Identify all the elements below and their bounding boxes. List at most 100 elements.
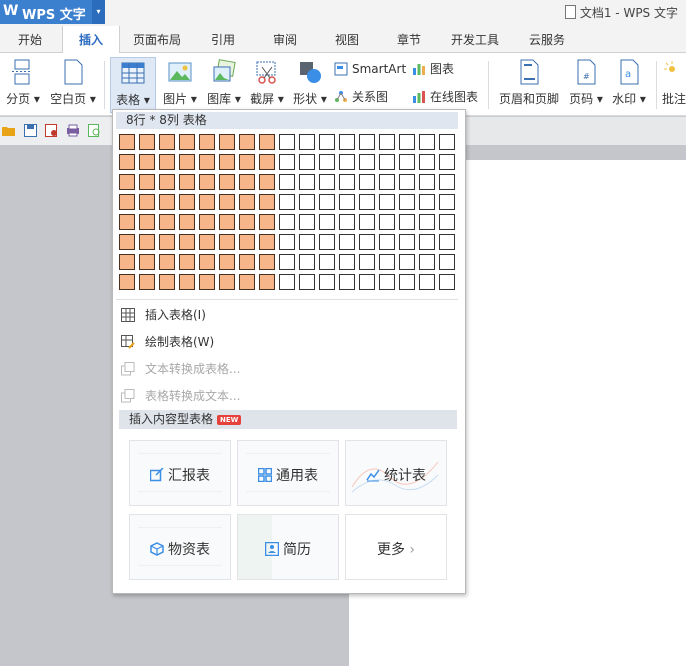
grid-cell[interactable] — [179, 174, 195, 190]
grid-cell[interactable] — [279, 134, 295, 150]
grid-cell[interactable] — [379, 154, 395, 170]
grid-cell[interactable] — [119, 174, 135, 190]
grid-cell[interactable] — [199, 254, 215, 270]
draw-table-menu-item[interactable]: 绘制表格(W) — [121, 331, 214, 353]
chart-button[interactable]: 图表 — [412, 59, 454, 79]
grid-cell[interactable] — [399, 214, 415, 230]
print-preview-icon[interactable] — [88, 124, 102, 137]
grid-cell[interactable] — [139, 214, 155, 230]
page-number-button[interactable]: # 页码 ▾ — [566, 57, 606, 111]
grid-cell[interactable] — [319, 214, 335, 230]
blank-page-button[interactable]: 空白页 ▾ — [46, 57, 100, 111]
grid-cell[interactable] — [359, 194, 375, 210]
grid-cell[interactable] — [139, 134, 155, 150]
gallery-button[interactable]: 图库 ▾ — [202, 57, 246, 111]
grid-cell[interactable] — [199, 154, 215, 170]
grid-cell[interactable] — [219, 194, 235, 210]
grid-cell[interactable] — [439, 154, 455, 170]
grid-cell[interactable] — [339, 174, 355, 190]
grid-cell[interactable] — [319, 134, 335, 150]
grid-cell[interactable] — [199, 214, 215, 230]
grid-cell[interactable] — [119, 254, 135, 270]
grid-cell[interactable] — [399, 194, 415, 210]
grid-cell[interactable] — [339, 214, 355, 230]
grid-cell[interactable] — [299, 174, 315, 190]
grid-cell[interactable] — [379, 274, 395, 290]
tab-insert[interactable]: 插入 — [62, 26, 120, 53]
grid-cell[interactable] — [439, 234, 455, 250]
tab-chapter[interactable]: 章节 — [384, 26, 434, 52]
grid-cell[interactable] — [239, 174, 255, 190]
grid-cell[interactable] — [199, 274, 215, 290]
grid-cell[interactable] — [159, 254, 175, 270]
grid-cell[interactable] — [379, 214, 395, 230]
smartart-button[interactable]: SmartArt — [334, 59, 406, 79]
grid-cell[interactable] — [219, 174, 235, 190]
grid-cell[interactable] — [379, 174, 395, 190]
grid-cell[interactable] — [279, 214, 295, 230]
screenshot-button[interactable]: 截屏 ▾ — [246, 57, 288, 111]
grid-cell[interactable] — [139, 254, 155, 270]
page-break-button[interactable]: 分页 ▾ — [2, 57, 44, 111]
tab-review[interactable]: 审阅 — [260, 26, 310, 52]
grid-cell[interactable] — [419, 134, 435, 150]
grid-cell[interactable] — [219, 214, 235, 230]
grid-cell[interactable] — [319, 234, 335, 250]
grid-cell[interactable] — [199, 234, 215, 250]
save-icon[interactable] — [24, 124, 37, 137]
grid-cell[interactable] — [419, 254, 435, 270]
grid-cell[interactable] — [439, 214, 455, 230]
table-button[interactable]: 表格 ▾ — [110, 57, 156, 113]
insert-table-menu-item[interactable]: 插入表格(I) — [121, 304, 206, 326]
grid-cell[interactable] — [419, 234, 435, 250]
header-footer-button[interactable]: 页眉和页脚 — [496, 57, 562, 111]
statistics-table-card[interactable]: 统计表 — [345, 440, 447, 506]
grid-cell[interactable] — [379, 194, 395, 210]
grid-cell[interactable] — [419, 154, 435, 170]
grid-cell[interactable] — [439, 134, 455, 150]
grid-cell[interactable] — [179, 274, 195, 290]
grid-cell[interactable] — [299, 134, 315, 150]
grid-cell[interactable] — [399, 134, 415, 150]
grid-cell[interactable] — [419, 274, 435, 290]
grid-cell[interactable] — [119, 214, 135, 230]
tab-developer[interactable]: 开发工具 — [442, 26, 508, 52]
grid-cell[interactable] — [219, 134, 235, 150]
more-tables-card[interactable]: 更多 › — [345, 514, 447, 580]
grid-cell[interactable] — [159, 234, 175, 250]
picture-button[interactable]: 图片 ▾ — [158, 57, 202, 111]
grid-cell[interactable] — [219, 234, 235, 250]
grid-cell[interactable] — [179, 134, 195, 150]
shapes-button[interactable]: 形状 ▾ — [288, 57, 332, 111]
grid-cell[interactable] — [199, 174, 215, 190]
grid-cell[interactable] — [339, 154, 355, 170]
grid-cell[interactable] — [399, 254, 415, 270]
grid-cell[interactable] — [359, 154, 375, 170]
grid-cell[interactable] — [139, 234, 155, 250]
grid-cell[interactable] — [259, 254, 275, 270]
grid-cell[interactable] — [399, 174, 415, 190]
grid-cell[interactable] — [219, 274, 235, 290]
grid-cell[interactable] — [279, 274, 295, 290]
grid-cell[interactable] — [319, 274, 335, 290]
relation-chart-button[interactable]: 关系图 — [334, 87, 388, 107]
grid-cell[interactable] — [259, 174, 275, 190]
export-pdf-icon[interactable] — [45, 124, 59, 137]
grid-cell[interactable] — [299, 254, 315, 270]
grid-cell[interactable] — [419, 174, 435, 190]
grid-cell[interactable] — [279, 234, 295, 250]
tab-page-layout[interactable]: 页面布局 — [126, 26, 188, 52]
grid-cell[interactable] — [259, 214, 275, 230]
grid-cell[interactable] — [179, 234, 195, 250]
grid-cell[interactable] — [159, 214, 175, 230]
grid-cell[interactable] — [239, 234, 255, 250]
grid-cell[interactable] — [319, 194, 335, 210]
grid-cell[interactable] — [119, 194, 135, 210]
grid-cell[interactable] — [279, 174, 295, 190]
grid-cell[interactable] — [239, 274, 255, 290]
grid-cell[interactable] — [239, 254, 255, 270]
grid-cell[interactable] — [439, 194, 455, 210]
annotation-button[interactable]: 批注 — [662, 57, 686, 111]
grid-cell[interactable] — [319, 174, 335, 190]
grid-cell[interactable] — [179, 214, 195, 230]
